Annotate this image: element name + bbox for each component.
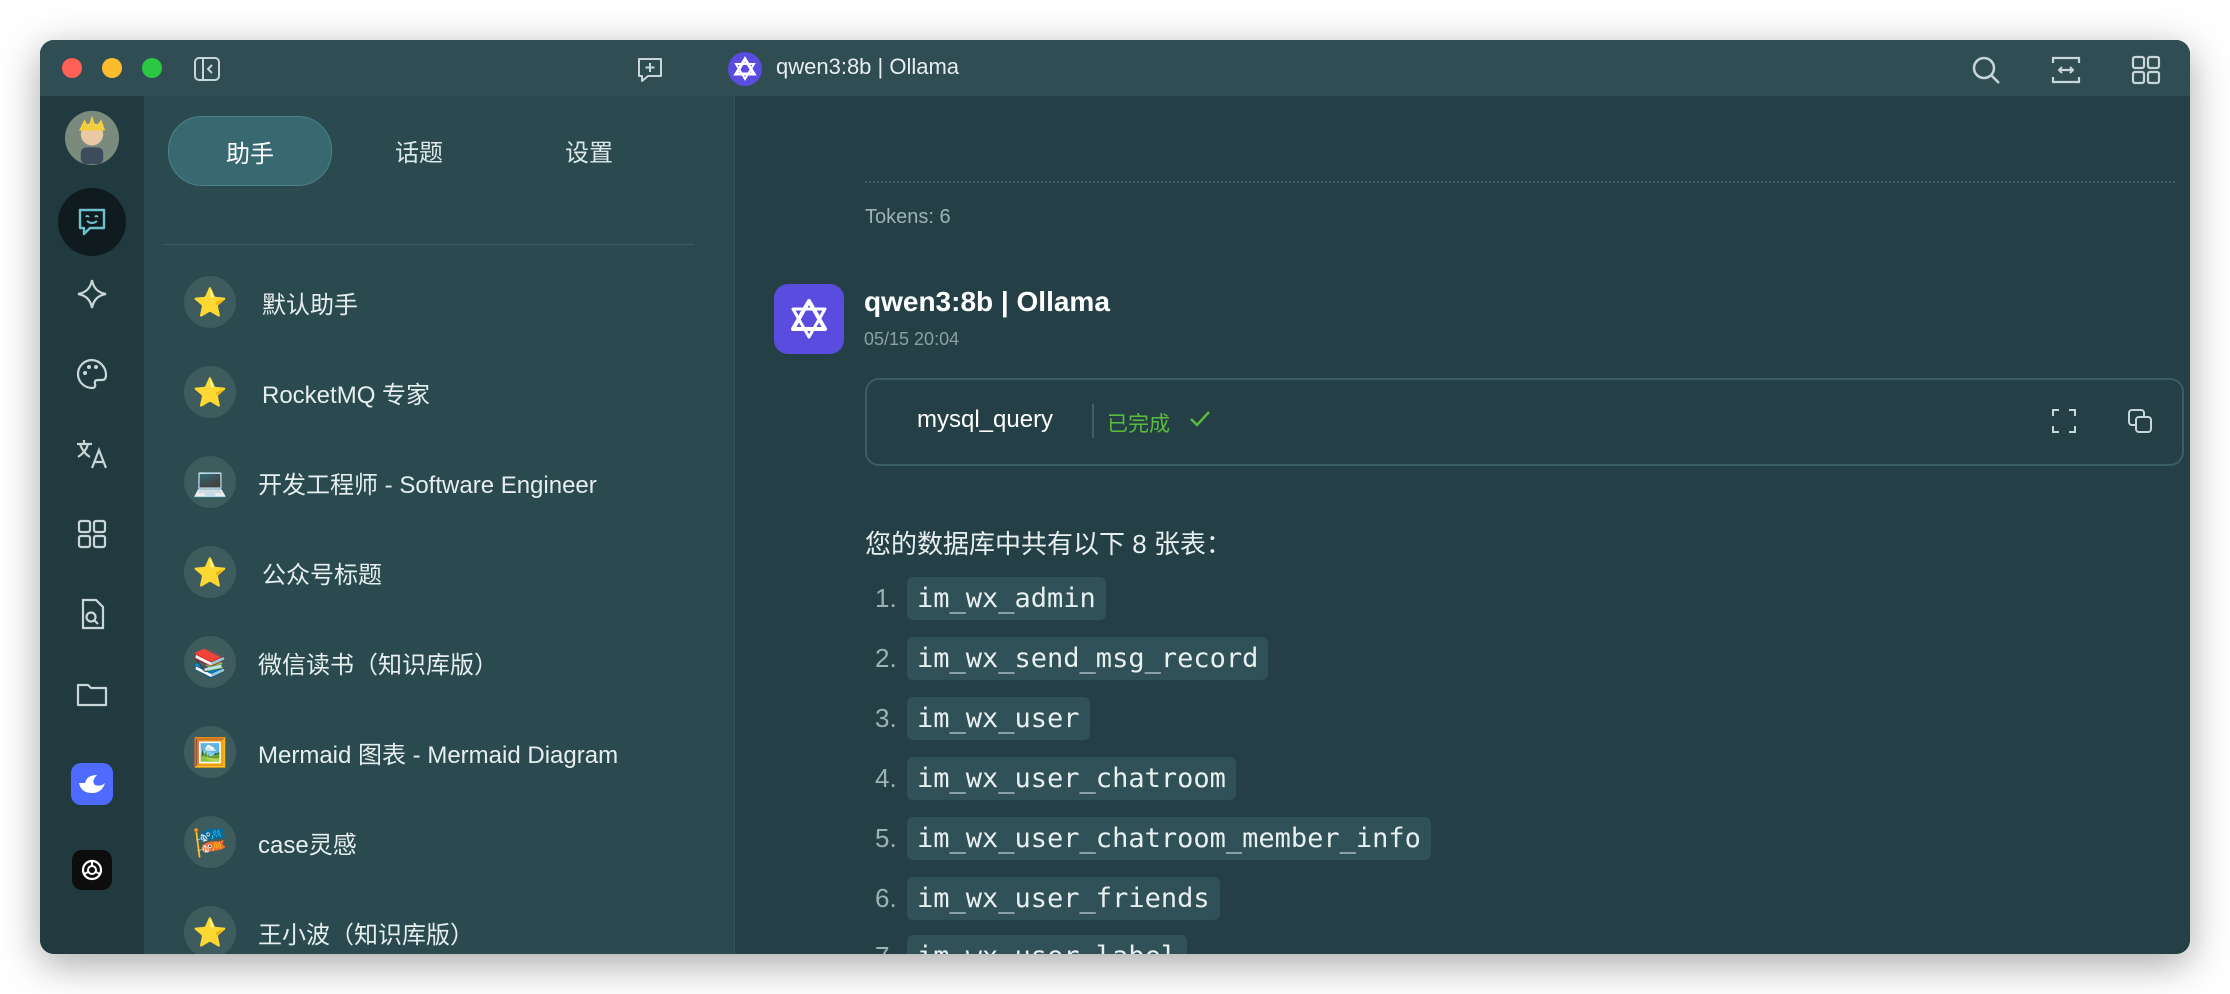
assistant-item[interactable]: 💻 开发工程师 - Software Engineer — [184, 452, 597, 512]
user-avatar[interactable] — [64, 110, 120, 166]
search-icon[interactable] — [1970, 54, 2002, 90]
folder-icon[interactable] — [64, 666, 120, 722]
star-icon: ⭐ — [184, 906, 236, 954]
check-icon — [1187, 406, 1213, 436]
assistant-label: 微信读书（知识库版） — [258, 651, 498, 679]
books-icon: 📚 — [184, 636, 236, 688]
list-item: 6. im_wx_user_friends — [875, 876, 1220, 920]
assistant-label: case灵感 — [258, 831, 357, 859]
fullscreen-icon[interactable] — [2047, 404, 2081, 438]
openai-app-icon[interactable] — [64, 842, 120, 898]
tab-assistants[interactable]: 助手 — [168, 116, 332, 186]
minimize-window-button[interactable] — [102, 58, 122, 78]
copy-icon[interactable] — [2123, 404, 2157, 438]
table-name-code: im_wx_admin — [907, 576, 1106, 620]
palette-icon[interactable] — [64, 346, 120, 402]
tool-call-card[interactable]: mysql_query 已完成 — [865, 378, 2184, 466]
assistant-label: Mermaid 图表 - Mermaid Diagram — [258, 741, 619, 769]
star-icon: ⭐ — [184, 366, 236, 418]
expand-width-icon[interactable] — [2050, 54, 2082, 90]
table-name-code: im_wx_user_friends — [907, 876, 1220, 920]
list-item: 7. im_wx_user_label — [875, 934, 1188, 955]
message-divider — [865, 181, 2175, 183]
list-number: 5. — [875, 822, 897, 853]
response-intro: 您的数据库中共有以下 8 张表： — [865, 529, 1232, 559]
assistant-label: RocketMQ 专家 — [262, 381, 431, 409]
list-item: 2. im_wx_send_msg_record — [875, 636, 1269, 680]
assistant-item[interactable]: 📚 微信读书（知识库版） — [184, 632, 498, 692]
sparkle-icon[interactable] — [64, 266, 120, 322]
list-item: 5. im_wx_user_chatroom_member_info — [875, 816, 1431, 860]
assistant-item[interactable]: ⭐ 王小波（知识库版） — [184, 902, 474, 954]
table-name-code: im_wx_send_msg_record — [907, 636, 1269, 680]
chat-panel: Tokens: 6 qwen3:8b | Ollama 05/15 20:04 … — [735, 96, 2190, 954]
tool-status: 已完成 — [1107, 413, 1170, 436]
list-item: 4. im_wx_user_chatroom — [875, 756, 1236, 800]
assistant-label: 王小波（知识库版） — [258, 921, 474, 949]
assistant-item[interactable]: 🎏 case灵感 — [184, 812, 357, 872]
maximize-window-button[interactable] — [142, 58, 162, 78]
tool-divider — [1092, 404, 1094, 438]
list-number: 6. — [875, 882, 897, 913]
picture-icon: 🖼️ — [184, 726, 236, 778]
file-search-icon[interactable] — [64, 586, 120, 642]
assistant-item[interactable]: ⭐ 默认助手 — [184, 272, 358, 332]
tab-topics[interactable]: 话题 — [338, 116, 500, 184]
model-avatar-icon — [774, 284, 844, 354]
app-icon-bar — [40, 96, 144, 954]
star-icon: ⭐ — [184, 276, 236, 328]
assistant-label: 公众号标题 — [262, 561, 382, 589]
list-number: 3. — [875, 702, 897, 733]
table-name-code: im_wx_user_chatroom — [907, 756, 1236, 800]
sidebar-toggle-icon[interactable] — [192, 54, 222, 88]
list-item: 1. im_wx_admin — [875, 576, 1106, 620]
translate-icon[interactable] — [64, 426, 120, 482]
assistant-label: 默认助手 — [262, 291, 358, 319]
table-name-code: im_wx_user — [907, 696, 1090, 740]
model-logo-icon — [728, 52, 762, 90]
list-number: 2. — [875, 642, 897, 673]
list-item: 3. im_wx_user — [875, 696, 1090, 740]
layout-grid-icon[interactable] — [2130, 54, 2162, 90]
title-bar: qwen3:8b | Ollama — [40, 40, 2190, 96]
apps-grid-icon[interactable] — [64, 506, 120, 562]
assistant-item[interactable]: ⭐ RocketMQ 专家 — [184, 362, 430, 422]
sidebar-tabs: 助手 话题 设置 — [168, 116, 678, 186]
assistant-sidebar: 助手 话题 设置 ⭐ 默认助手 ⭐ RocketMQ 专家 💻 开发工程师 - … — [144, 96, 735, 954]
window-title: qwen3:8b | Ollama — [776, 54, 960, 79]
list-number: 7. — [875, 941, 907, 955]
assistant-label: 开发工程师 - Software Engineer — [258, 471, 597, 499]
deepseek-app-icon[interactable] — [64, 756, 120, 812]
table-name-code: im_wx_user_label — [907, 934, 1188, 954]
close-window-button[interactable] — [62, 58, 82, 78]
app-window: qwen3:8b | Ollama 助手 话题 设置 ⭐ 默认助手 ⭐ Rock… — [40, 40, 2190, 954]
tool-name: mysql_query — [917, 406, 1054, 433]
message-timestamp: 05/15 20:04 — [864, 329, 960, 349]
chat-icon[interactable] — [58, 188, 126, 256]
new-chat-icon[interactable] — [634, 54, 666, 90]
token-count: Tokens: 6 — [865, 206, 951, 228]
list-number: 4. — [875, 762, 897, 793]
list-number: 1. — [875, 582, 897, 613]
tab-settings[interactable]: 设置 — [508, 116, 670, 184]
assistant-item[interactable]: ⭐ 公众号标题 — [184, 542, 382, 602]
message-author: qwen3:8b | Ollama — [864, 286, 1110, 317]
table-name-code: im_wx_user_chatroom_member_info — [907, 816, 1431, 860]
assistant-item[interactable]: 🖼️ Mermaid 图表 - Mermaid Diagram — [184, 722, 618, 782]
tabs-divider — [164, 244, 694, 245]
laptop-icon: 💻 — [184, 456, 236, 508]
star-icon: ⭐ — [184, 546, 236, 598]
carp-streamer-icon: 🎏 — [184, 816, 236, 868]
